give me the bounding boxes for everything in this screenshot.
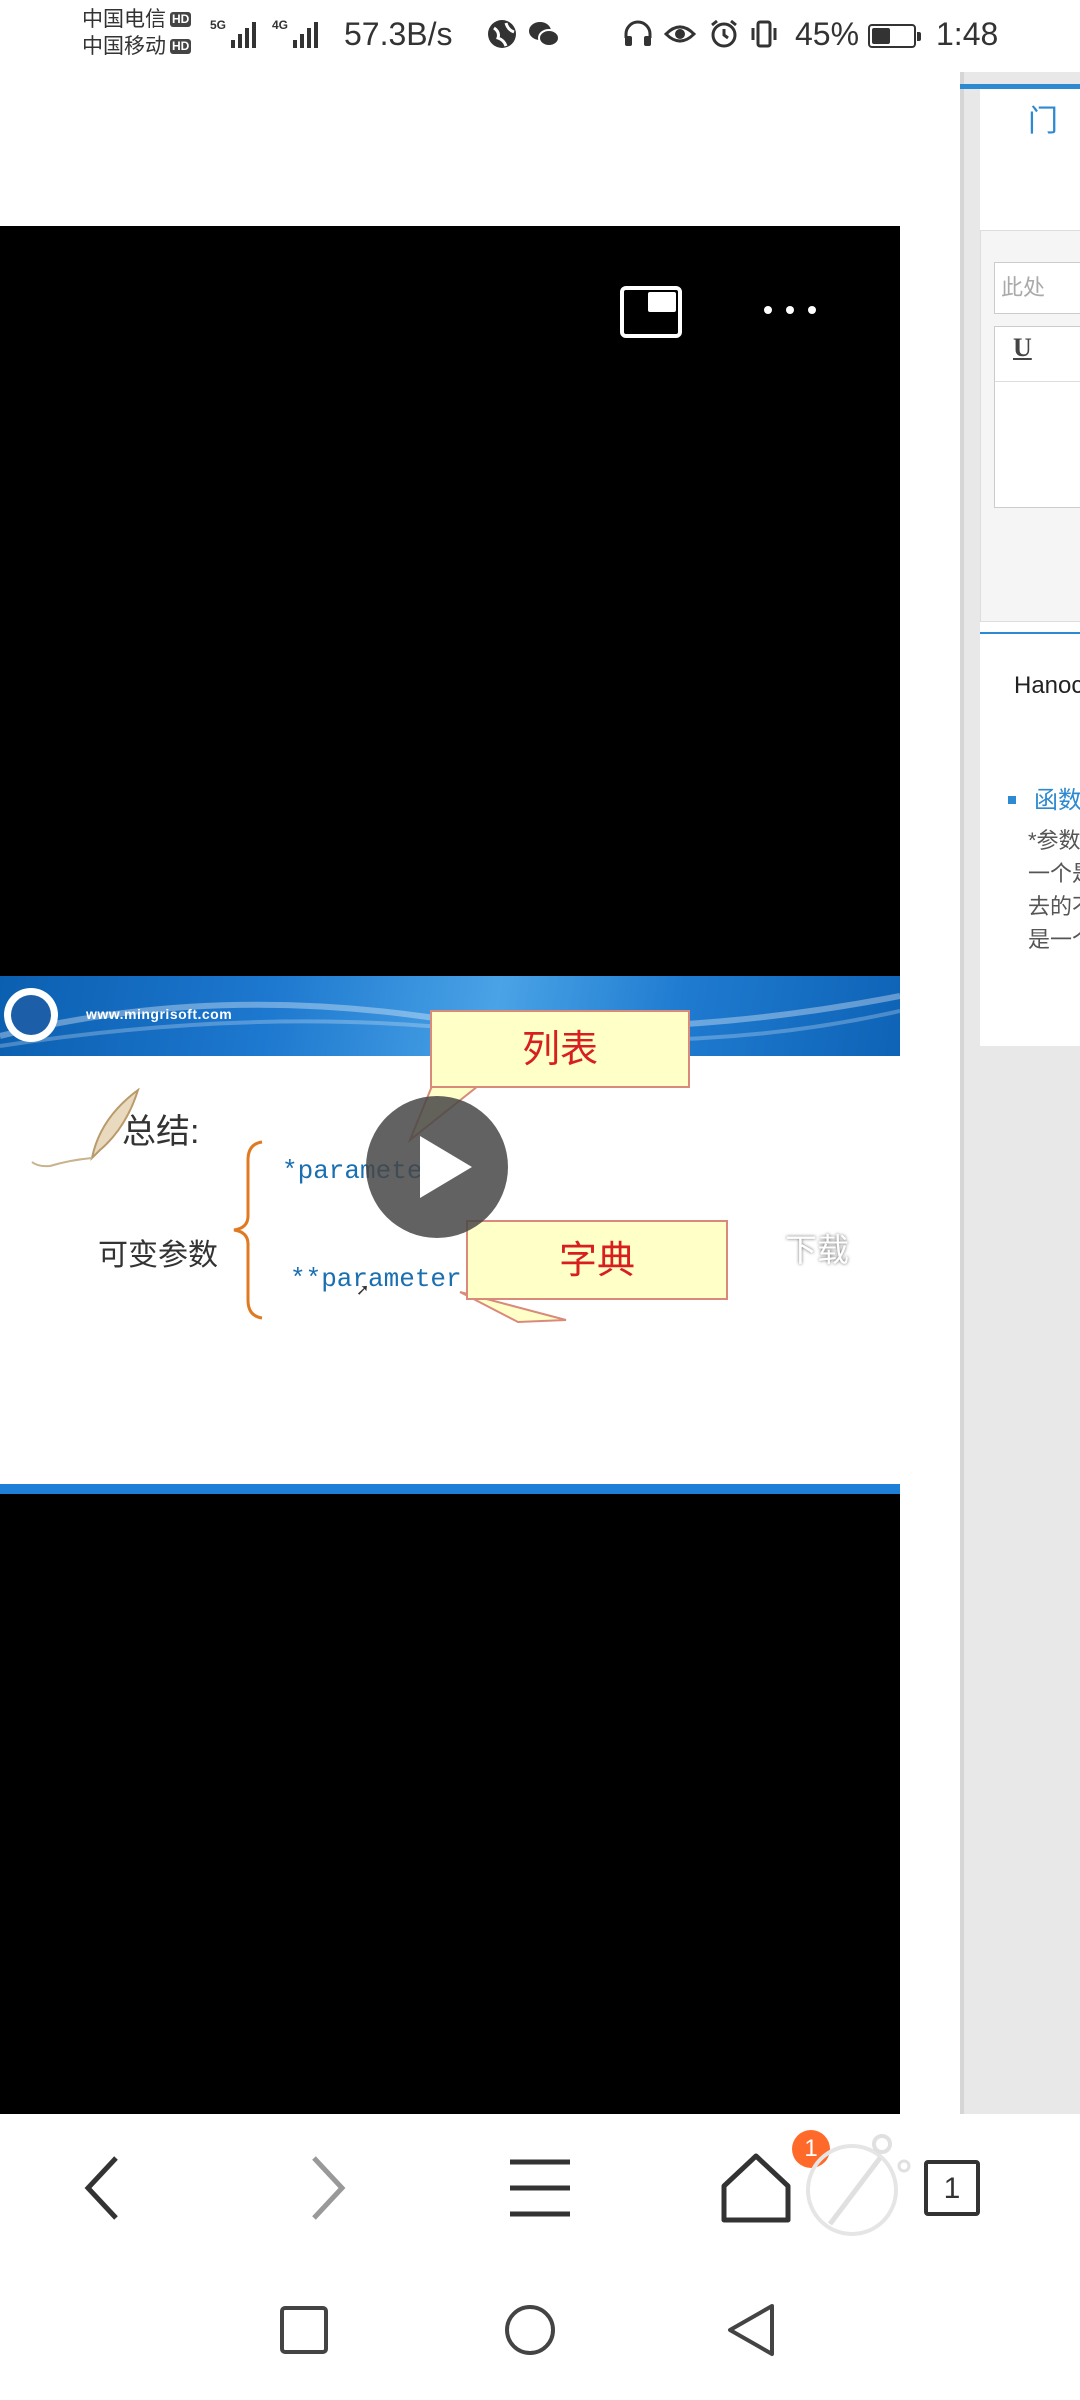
- dot-icon: [764, 306, 772, 314]
- page-top-bar: [960, 84, 1080, 89]
- carrier-2: 中国移动: [82, 35, 166, 58]
- more-options-button[interactable]: [764, 306, 816, 314]
- play-button[interactable]: [366, 1096, 508, 1238]
- mouse-cursor-icon: ➚: [356, 1282, 370, 1299]
- section-divider: [980, 632, 1080, 634]
- magic-wand-icon[interactable]: [800, 2128, 920, 2248]
- page-header-glyph: 门: [1028, 105, 1058, 138]
- background-page: 门 此处 U Hanoc 函数 *参数 一个是 去的不 是一个: [960, 72, 1080, 2114]
- system-navigation-bar: [0, 2282, 1080, 2400]
- eye-icon: [664, 25, 696, 43]
- menu-button[interactable]: [500, 2148, 580, 2228]
- forward-button[interactable]: [284, 2148, 364, 2228]
- picture-in-picture-icon[interactable]: [620, 286, 682, 338]
- back-nav-button[interactable]: [724, 2302, 780, 2358]
- dot-icon: [786, 306, 794, 314]
- recent-apps-button[interactable]: [276, 2302, 332, 2358]
- battery-percent: 45%: [795, 16, 860, 52]
- hd-badge-1: HD: [170, 12, 192, 27]
- comment-editor[interactable]: U: [994, 326, 1080, 508]
- network-speed: 57.3B/s: [344, 16, 453, 52]
- download-icon: [786, 1154, 848, 1210]
- status-bar: 中国电信 HD 中国移动 HD 5G 4G 57.3B/s 45% 1:48: [0, 0, 1080, 72]
- editor-toolbar-rule: [995, 381, 1080, 382]
- home-button[interactable]: [716, 2148, 796, 2228]
- vibrate-icon: [751, 20, 777, 48]
- tab-count: 1: [924, 2160, 980, 2216]
- network-4g-label: 4G: [272, 18, 289, 32]
- article-paragraph: *参数 一个是 去的不 是一个: [1028, 824, 1080, 956]
- paragraph-line: 是一个: [1028, 927, 1080, 952]
- download-label: 下载: [784, 1232, 849, 1268]
- underline-button[interactable]: U: [1013, 333, 1032, 363]
- headphones-icon: [624, 20, 652, 46]
- wechat-icon: [529, 22, 560, 47]
- carrier-info: 中国电信 HD 中国移动 HD: [82, 6, 192, 60]
- back-button[interactable]: [66, 2148, 146, 2228]
- article-title-fragment: Hanoc: [1014, 672, 1080, 699]
- paragraph-line: 一个是: [1028, 861, 1080, 886]
- hd-badge-2: HD: [170, 39, 192, 54]
- slide-variable-params-label: 可变参数: [98, 1239, 218, 1272]
- alarm-icon: [711, 19, 737, 48]
- signal-4g-icon: 4G: [272, 18, 319, 48]
- section-link[interactable]: 函数: [1034, 780, 1080, 815]
- clock: 1:48: [936, 16, 999, 52]
- globe-icon: [488, 20, 516, 48]
- slide-callout-list: 列表: [430, 1010, 690, 1088]
- download-button[interactable]: 下载: [776, 1150, 858, 1271]
- battery-icon: [868, 24, 921, 48]
- paragraph-line: 去的不: [1028, 894, 1080, 919]
- page-divider: [960, 72, 964, 2114]
- dot-icon: [808, 306, 816, 314]
- home-nav-button[interactable]: [502, 2302, 558, 2358]
- signal-5g-icon: 5G: [210, 18, 257, 48]
- browser-toolbar: 1 1: [0, 2114, 1080, 2282]
- slide-footer-bar: [0, 1484, 900, 1494]
- carrier-1: 中国电信: [82, 8, 166, 31]
- paragraph-line: *参数: [1028, 828, 1080, 853]
- slide-param-double: **parameter: [290, 1264, 462, 1294]
- network-5g-label: 5G: [210, 18, 227, 32]
- bullet-icon: [1008, 796, 1016, 804]
- slide-callout-dict: 字典: [466, 1220, 728, 1300]
- comment-input[interactable]: 此处: [994, 262, 1080, 314]
- tabs-button[interactable]: 1: [924, 2160, 1004, 2240]
- slide-website: www.mingrisoft.com: [86, 1006, 233, 1022]
- curly-brace-graphic: [233, 1140, 263, 1320]
- mingri-logo: [4, 988, 58, 1042]
- slide-summary-heading: 总结:: [122, 1113, 200, 1151]
